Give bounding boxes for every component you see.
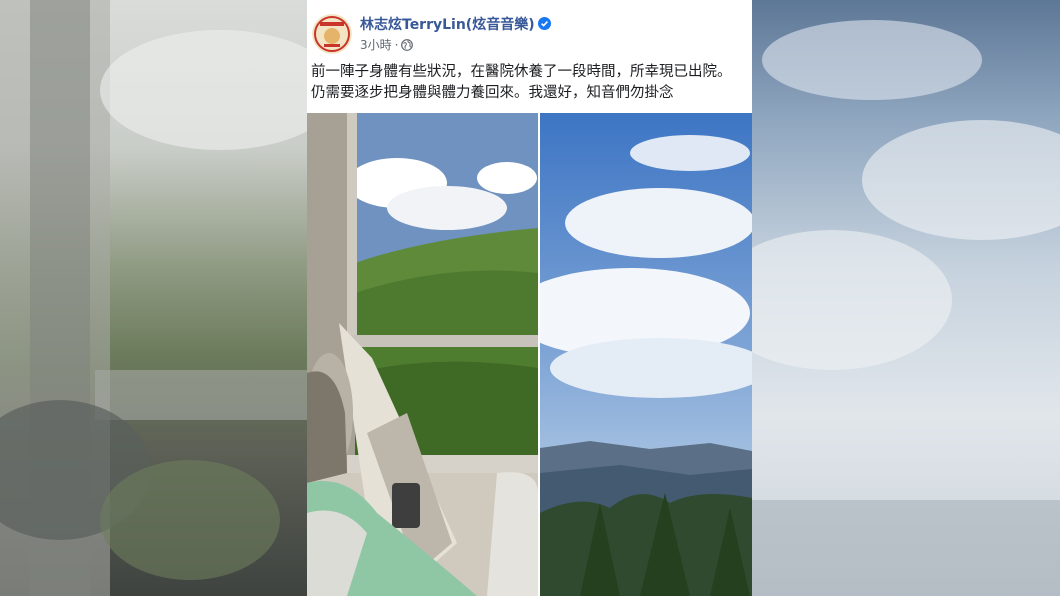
author-avatar[interactable] <box>312 14 352 54</box>
post-photo-mountain-sky[interactable] <box>540 113 752 596</box>
author-name-text[interactable]: 林志炫TerryLin(炫音音樂) <box>360 17 535 33</box>
blurred-background-right <box>752 0 1060 596</box>
meta-separator: · <box>394 38 399 52</box>
post-text-line-2: 仍需要逐步把身體與體力養回來。我還好，知音們勿掛念 <box>311 85 674 101</box>
post-text-line-1: 前一陣子身體有些狀況，在醫院休養了一段時間，所幸現已出院。 <box>311 64 732 80</box>
blurred-background-left <box>0 0 307 596</box>
verified-badge-icon <box>537 17 551 30</box>
post-photo-hospital-window[interactable] <box>307 113 538 596</box>
post-meta: 3小時 · <box>360 36 414 53</box>
globe-icon[interactable] <box>401 39 414 51</box>
facebook-post: 林志炫TerryLin(炫音音樂) 3小時 · 前一陣子身體有些狀況，在醫院休養了… <box>307 0 752 596</box>
post-text: 前一陣子身體有些狀況，在醫院休養了一段時間，所幸現已出院。 仍需要逐步把身體與體… <box>311 62 752 104</box>
post-time[interactable]: 3小時 <box>360 38 392 52</box>
author-name[interactable]: 林志炫TerryLin(炫音音樂) <box>360 14 551 34</box>
